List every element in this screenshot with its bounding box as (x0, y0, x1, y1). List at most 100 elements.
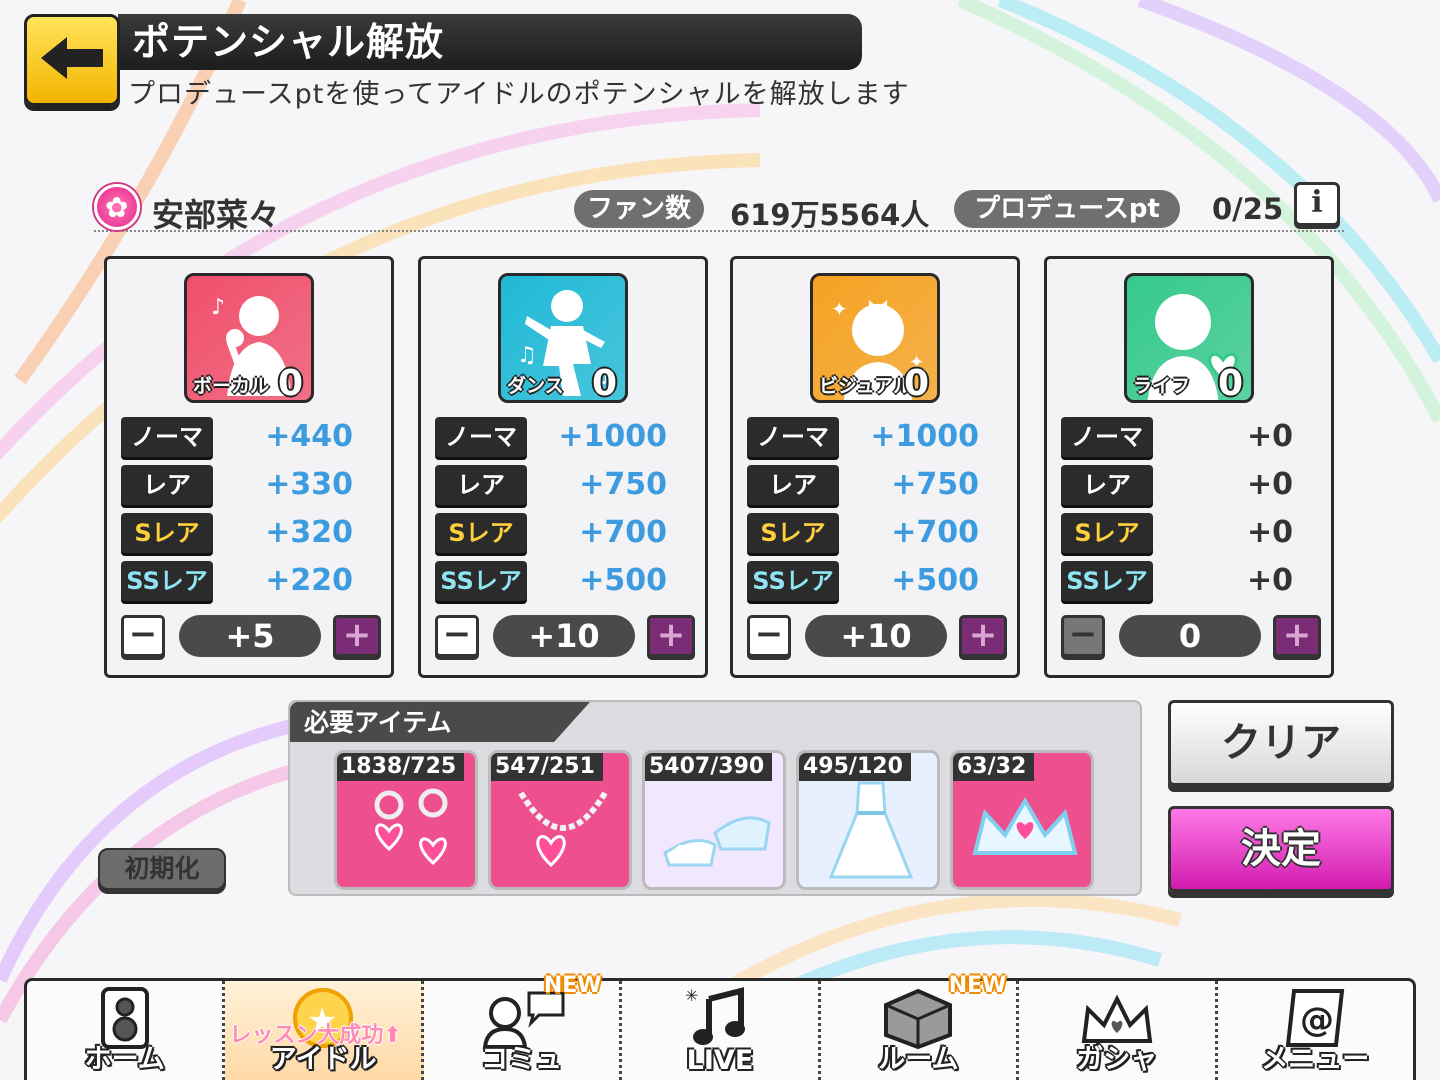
page-subtitle: プロデュースptを使ってアイドルのポテンシャルを解放します (128, 79, 910, 110)
svg-text:♪: ♪ (211, 295, 225, 320)
increase-button[interactable]: + (959, 615, 1007, 657)
required-item-card[interactable]: 63/32 (950, 750, 1094, 890)
bottom-nav: ホーム ★ レッスン大成功⬆ アイドル NEW コミュ ✳ LIVE NEW ルーム ガシャ @ メニュ… (24, 973, 1416, 1080)
rarity-bonus-value: +700 (579, 515, 667, 550)
music-note-icon: ✳ (685, 986, 755, 1053)
svg-text:♫: ♫ (517, 343, 537, 368)
new-badge: NEW (948, 973, 1007, 998)
fans-label: ファン数 (574, 190, 704, 228)
nav-item-home[interactable]: ホーム (27, 981, 226, 1080)
life-stat-icon: ライフ 0 (1124, 273, 1254, 403)
decrease-button[interactable]: − (121, 615, 165, 657)
rarity-row: ノーマル +0 (1061, 417, 1323, 491)
rarity-row: レア +330 (121, 465, 383, 509)
nav-label: LIVE (686, 1045, 754, 1076)
new-badge: NEW (543, 973, 602, 998)
rarity-row: レア +750 (747, 465, 1009, 509)
info-button[interactable]: i (1294, 182, 1340, 226)
rarity-row: レア +750 (435, 465, 697, 509)
required-items-panel: 必要アイテム 1838/725 547/251 5407/390 495/120 63/… (288, 700, 1142, 896)
rarity-bonus-value: +0 (1246, 515, 1293, 550)
required-item-card[interactable]: 5407/390 (642, 750, 786, 890)
nav-item-menu[interactable]: @ メニュー (1218, 981, 1413, 1080)
stat-panel-visual: ✦✦ビジュアル0ノーマル+1000レア+750Sレア+700SSレア+500−+… (730, 256, 1020, 678)
reset-button[interactable]: 初期化 (98, 848, 226, 890)
produce-pt-label: プロデュースpt (954, 190, 1180, 228)
rarity-bonus-value: +500 (579, 563, 667, 598)
step-value: 0 (1119, 615, 1261, 657)
rarity-bonus-value: +1000 (870, 419, 979, 454)
svg-text:✳: ✳ (685, 987, 698, 1005)
nav-label: ルーム (878, 1044, 959, 1075)
svg-text:✦: ✦ (831, 297, 848, 321)
rarity-tag: ノーマル (435, 417, 527, 491)
required-item-card[interactable]: 495/120 (796, 750, 940, 890)
potential-stepper: − +5 + (121, 611, 383, 661)
required-item-card[interactable]: 547/251 (488, 750, 632, 890)
rarity-tag: レア (747, 465, 839, 505)
potential-stepper: − +10 + (747, 611, 1009, 661)
decrease-button[interactable]: − (747, 615, 791, 657)
rarity-bonus-value: +750 (891, 467, 979, 502)
increase-button[interactable]: + (1273, 615, 1321, 657)
nav-item-gacha[interactable]: ガシャ (1019, 981, 1218, 1080)
stat-level: 0 (277, 363, 303, 403)
rarity-tag: ノーマル (1061, 417, 1153, 491)
stat-level: 0 (591, 363, 617, 403)
lesson-success-banner: レッスン大成功⬆ (229, 1023, 402, 1048)
rarity-row: Sレア +700 (747, 513, 1009, 557)
decrease-button[interactable]: − (1061, 615, 1105, 657)
increase-button[interactable]: + (647, 615, 695, 657)
nav-label: コミュ (481, 1044, 563, 1075)
nav-item-room[interactable]: NEW ルーム (821, 973, 1020, 1080)
increase-button[interactable]: + (333, 615, 381, 657)
rarity-row: SSレア +0 (1061, 561, 1323, 605)
rarity-row: レア +0 (1061, 465, 1323, 509)
rarity-row: SSレア +220 (121, 561, 383, 605)
stat-level: 0 (903, 363, 929, 403)
back-arrow-icon (37, 33, 107, 87)
confirm-button[interactable]: 決定 (1168, 806, 1394, 892)
rarity-tag: Sレア (435, 513, 527, 553)
nav-label: ホーム (84, 1044, 165, 1075)
stat-label: ビジュアル (819, 375, 913, 397)
required-items-label: 必要アイテム (290, 702, 590, 742)
cute-type-flower-icon (94, 184, 140, 230)
rarity-tag: SSレア (747, 561, 839, 601)
rarity-bonus-value: +1000 (558, 419, 667, 454)
rarity-bonus-value: +700 (891, 515, 979, 550)
nav-item-live[interactable]: ✳ LIVE (622, 981, 821, 1080)
rarity-bonus-value: +500 (891, 563, 979, 598)
rarity-bonus-value: +220 (265, 563, 353, 598)
rarity-row: Sレア +320 (121, 513, 383, 557)
step-value: +10 (805, 615, 947, 657)
potential-stepper: −0 + (1061, 611, 1323, 661)
rarity-tag: SSレア (121, 561, 213, 601)
decrease-button[interactable]: − (435, 615, 479, 657)
produce-pt-value: 0/25 (1212, 192, 1284, 226)
rarity-tag: ノーマル (747, 417, 839, 491)
rarity-row: ノーマル +1000 (747, 417, 1009, 491)
rarity-bonus-value: +0 (1246, 467, 1293, 502)
item-count: 63/32 (953, 753, 1035, 781)
nav-item-idol[interactable]: ★ レッスン大成功⬆ アイドル (225, 981, 424, 1080)
nav-item-commu[interactable]: NEW コミュ (424, 973, 623, 1080)
potential-stepper: − +10 + (435, 611, 697, 661)
rarity-tag: Sレア (1061, 513, 1153, 553)
item-count: 547/251 (491, 753, 603, 781)
required-item-card[interactable]: 1838/725 (334, 750, 478, 890)
nav-label: メニュー (1261, 1044, 1370, 1075)
clear-button[interactable]: クリア (1168, 700, 1394, 786)
item-count: 1838/725 (337, 753, 465, 781)
rarity-bonus-value: +330 (265, 467, 353, 502)
back-button[interactable] (24, 14, 120, 106)
rarity-row: ノーマル +440 (121, 417, 383, 491)
item-count: 5407/390 (645, 753, 773, 781)
rarity-tag: ノーマル (121, 417, 213, 491)
stat-label: ボーカル (193, 375, 270, 397)
rarity-tag: SSレア (1061, 561, 1153, 601)
rarity-tag: SSレア (435, 561, 527, 601)
rarity-tag: レア (435, 465, 527, 505)
rarity-tag: レア (121, 465, 213, 505)
idol-name: 安部菜々 (152, 196, 281, 234)
